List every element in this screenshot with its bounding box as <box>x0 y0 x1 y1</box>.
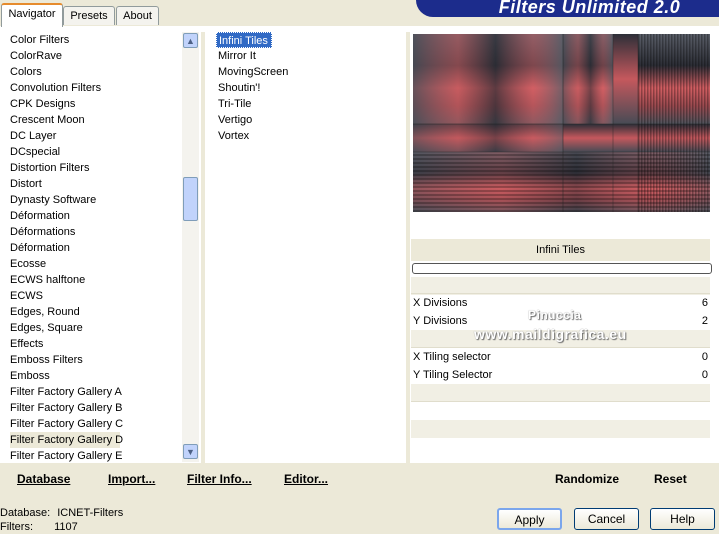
category-item[interactable]: Emboss <box>10 368 185 384</box>
database-button[interactable]: Database <box>17 472 70 486</box>
param-row-blank-5 <box>411 420 710 438</box>
database-status-value: ICNET-Filters <box>57 507 124 519</box>
category-item[interactable]: Filter Factory Gallery E <box>10 448 185 464</box>
watermark-name: Pinuccia <box>528 308 582 322</box>
category-item[interactable]: Distort <box>10 176 185 192</box>
randomize-button[interactable]: Randomize <box>555 472 619 486</box>
param-value[interactable]: 6 <box>702 294 708 312</box>
filter-name-label: Infini Tiles <box>411 239 710 261</box>
category-item[interactable]: Color Filters <box>10 32 185 48</box>
chevron-down-icon: ▼ <box>186 446 195 457</box>
category-item[interactable]: CPK Designs <box>10 96 185 112</box>
filter-item[interactable]: Vertigo <box>216 112 396 128</box>
param-row-blank-4 <box>411 402 710 420</box>
category-item[interactable]: Déformations <box>10 224 185 240</box>
category-scrollbar[interactable]: ▲ ▼ <box>182 32 199 462</box>
chevron-up-icon: ▲ <box>186 35 195 46</box>
filter-list[interactable]: Infini Tiles Mirror It MovingScreen Shoutin… <box>216 32 396 144</box>
category-item[interactable]: Dynasty Software <box>10 192 185 208</box>
app-title: Filters Unlimited 2.0 <box>498 0 681 17</box>
status-area: Database: ICNET-Filters Filters: 1107 <box>0 506 123 534</box>
param-row-blank-3 <box>411 384 710 402</box>
filter-item[interactable]: Tri-Tile <box>216 96 396 112</box>
apply-button[interactable]: Apply <box>497 508 562 530</box>
reset-button[interactable]: Reset <box>654 472 687 486</box>
preview-divider <box>406 32 410 463</box>
filters-count-label: Filters: <box>0 521 33 533</box>
category-item[interactable]: Colors <box>10 64 185 80</box>
filters-count-value: 1107 <box>54 521 78 533</box>
scroll-thumb[interactable] <box>183 177 198 221</box>
category-item[interactable]: ECWS <box>10 288 185 304</box>
filter-item[interactable]: Vortex <box>216 128 396 144</box>
category-item[interactable]: Edges, Round <box>10 304 185 320</box>
category-item[interactable]: Ecosse <box>10 256 185 272</box>
category-item[interactable]: DC Layer <box>10 128 185 144</box>
database-status-label: Database: <box>0 507 51 519</box>
category-list[interactable]: Color Filters ColorRave Colors Convolution … <box>10 32 185 464</box>
separator <box>411 347 710 348</box>
preview-image <box>413 34 710 212</box>
separator <box>411 293 710 294</box>
progress-bar <box>412 263 712 274</box>
param-label: Y Tiling Selector <box>413 369 493 381</box>
category-item[interactable]: Convolution Filters <box>10 80 185 96</box>
tab-about[interactable]: About <box>116 6 159 25</box>
category-item[interactable]: Emboss Filters <box>10 352 185 368</box>
filter-info-button[interactable]: Filter Info... <box>187 472 252 486</box>
bottom-toolbar: Database Import... Filter Info... Editor… <box>0 463 719 495</box>
filter-item[interactable]: Infini Tiles <box>216 32 272 48</box>
watermark-url: www.maildigrafica.eu <box>474 326 627 342</box>
category-item[interactable]: Filter Factory Gallery A <box>10 384 185 400</box>
help-button[interactable]: Help <box>650 508 715 530</box>
filter-item[interactable]: MovingScreen <box>216 64 396 80</box>
param-label: Y Divisions <box>413 315 468 327</box>
category-item[interactable]: Filter Factory Gallery B <box>10 400 185 416</box>
category-item[interactable]: ColorRave <box>10 48 185 64</box>
tab-navigator[interactable]: Navigator <box>1 3 63 27</box>
category-item[interactable]: Edges, Square <box>10 320 185 336</box>
filter-item[interactable]: Shoutin'! <box>216 80 396 96</box>
tab-presets[interactable]: Presets <box>63 6 115 25</box>
filter-item[interactable]: Mirror It <box>216 48 396 64</box>
category-item[interactable]: Crescent Moon <box>10 112 185 128</box>
category-item[interactable]: Distortion Filters <box>10 160 185 176</box>
scroll-down-button[interactable]: ▼ <box>183 444 198 459</box>
param-value[interactable]: 0 <box>702 366 708 384</box>
category-item[interactable]: Filter Factory Gallery D <box>10 432 123 448</box>
param-label: X Divisions <box>413 297 468 309</box>
category-item[interactable]: Effects <box>10 336 185 352</box>
separator <box>411 401 710 402</box>
param-label: X Tiling selector <box>413 351 491 363</box>
category-item[interactable]: DCspecial <box>10 144 185 160</box>
scroll-up-button[interactable]: ▲ <box>183 33 198 48</box>
editor-button[interactable]: Editor... <box>284 472 328 486</box>
list-divider <box>201 32 205 463</box>
cancel-button[interactable]: Cancel <box>574 508 639 530</box>
param-value[interactable]: 2 <box>702 312 708 330</box>
category-item[interactable]: Déformation <box>10 240 185 256</box>
category-item[interactable]: ECWS halftone <box>10 272 185 288</box>
category-item[interactable]: Filter Factory Gallery C <box>10 416 185 432</box>
param-row-x-tiling[interactable]: X Tiling selector 0 <box>411 348 710 366</box>
category-item[interactable]: Déformation <box>10 208 185 224</box>
param-row-y-tiling[interactable]: Y Tiling Selector 0 <box>411 366 710 384</box>
param-row-blank-6 <box>411 438 710 456</box>
param-value[interactable]: 0 <box>702 348 708 366</box>
import-button[interactable]: Import... <box>108 472 155 486</box>
